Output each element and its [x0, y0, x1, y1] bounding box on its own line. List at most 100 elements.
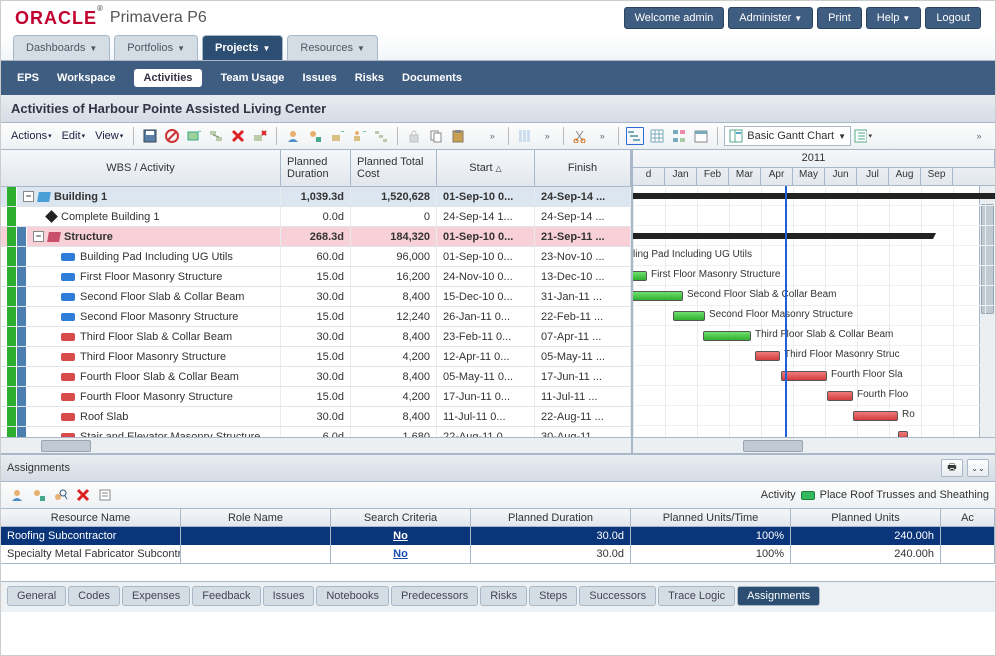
detail-tab-feedback[interactable]: Feedback [192, 586, 260, 606]
columns-icon[interactable] [515, 126, 535, 146]
gantt-bar[interactable] [781, 371, 827, 381]
gantt-summary-bar[interactable] [633, 233, 933, 239]
help-button[interactable]: Help▼ [866, 7, 922, 29]
gantt-bar[interactable] [633, 291, 683, 301]
subnav-documents[interactable]: Documents [402, 72, 462, 84]
detail-tab-trace-logic[interactable]: Trace Logic [658, 586, 735, 606]
gantt-row[interactable]: Fourth Floo [633, 386, 995, 406]
logout-button[interactable]: Logout [925, 7, 981, 29]
delete-icon[interactable] [228, 126, 248, 146]
grid-row[interactable]: Fourth Floor Slab & Collar Beam30.0d8,40… [1, 367, 631, 387]
chevron-right-icon[interactable]: » [482, 126, 502, 146]
grid-body[interactable]: −Building 11,039.3d1,520,62801-Sep-10 0.… [1, 187, 631, 437]
chevron-right-icon[interactable]: » [969, 126, 989, 146]
grid-row[interactable]: Building Pad Including UG Utils60.0d96,0… [1, 247, 631, 267]
col-wbs[interactable]: WBS / Activity [1, 150, 281, 186]
tab-projects[interactable]: Projects▼ [202, 35, 283, 60]
h-scrollbar[interactable] [633, 437, 995, 453]
col-duration[interactable]: Planned Duration [281, 150, 351, 186]
detail-tab-risks[interactable]: Risks [480, 586, 527, 606]
chevron-right-icon[interactable]: » [537, 126, 557, 146]
scrollbar-thumb[interactable] [743, 440, 803, 452]
print-panel-icon[interactable]: 🖶 [941, 459, 963, 477]
grid-row[interactable]: Second Floor Masonry Structure15.0d12,24… [1, 307, 631, 327]
col-cost[interactable]: Planned Total Cost [351, 150, 437, 186]
add-icon[interactable]: ＋ [184, 126, 204, 146]
assign-resource-icon[interactable] [7, 485, 27, 505]
copy-icon[interactable] [426, 126, 446, 146]
gantt-bar[interactable] [827, 391, 853, 401]
subnav-eps[interactable]: EPS [17, 72, 39, 84]
subnav-issues[interactable]: Issues [302, 72, 336, 84]
col-search[interactable]: Search Criteria [331, 509, 471, 526]
cell-search[interactable]: No [331, 545, 471, 563]
assign-role-search-icon[interactable] [51, 485, 71, 505]
gantt-row[interactable]: Ro [633, 406, 995, 426]
detail-tab-issues[interactable]: Issues [263, 586, 315, 606]
administer-button[interactable]: Administer▼ [728, 7, 813, 29]
cancel-icon[interactable] [162, 126, 182, 146]
subnav-activities[interactable]: Activities [134, 69, 203, 87]
col-start[interactable]: Start △ [437, 150, 535, 186]
h-scrollbar[interactable] [1, 437, 631, 453]
col-units-time[interactable]: Planned Units/Time [631, 509, 791, 526]
gantt-bar[interactable] [673, 311, 705, 321]
assign-role-icon[interactable] [29, 485, 49, 505]
calendar-view-icon[interactable] [691, 126, 711, 146]
col-finish[interactable]: Finish [535, 150, 631, 186]
grid-row[interactable]: Third Floor Slab & Collar Beam30.0d8,400… [1, 327, 631, 347]
col-role[interactable]: Role Name [181, 509, 331, 526]
gantt-bar[interactable] [898, 431, 908, 437]
edit-menu[interactable]: Edit▾ [58, 128, 89, 144]
gantt-row[interactable] [633, 186, 995, 206]
welcome-button[interactable]: Welcome admin [624, 7, 725, 29]
subnav-risks[interactable]: Risks [355, 72, 384, 84]
assign-add-icon[interactable]: ＋ [327, 126, 347, 146]
gantt-row[interactable]: ling Pad Including UG Utils [633, 246, 995, 266]
save-icon[interactable] [140, 126, 160, 146]
grid-row[interactable]: Complete Building 10.0d024-Sep-14 1...24… [1, 207, 631, 227]
delete-linked-icon[interactable] [250, 126, 270, 146]
gantt-row[interactable]: Third Floor Masonry Struc [633, 346, 995, 366]
grid-row[interactable]: First Floor Masonry Structure15.0d16,200… [1, 267, 631, 287]
chevron-right-icon[interactable]: » [592, 126, 612, 146]
col-extra[interactable]: Ac [941, 509, 995, 526]
tab-portfolios[interactable]: Portfolios▼ [114, 35, 198, 60]
lock-icon[interactable] [404, 126, 424, 146]
gantt-summary-bar[interactable] [633, 193, 995, 199]
subnav-workspace[interactable]: Workspace [57, 72, 116, 84]
detail-tab-codes[interactable]: Codes [68, 586, 120, 606]
assignment-row[interactable]: Specialty Metal Fabricator Subcontr...No… [1, 545, 995, 563]
table-view-icon[interactable] [647, 126, 667, 146]
detail-tab-assignments[interactable]: Assignments [737, 586, 820, 606]
subnav-team[interactable]: Team Usage [220, 72, 284, 84]
layout-options-icon[interactable]: ▾ [853, 126, 873, 146]
gantt-row[interactable] [633, 206, 995, 226]
expand-panel-icon[interactable]: ⌄⌄ [967, 459, 989, 477]
gantt-body[interactable]: ling Pad Including UG UtilsFirst Floor M… [633, 186, 995, 437]
scrollbar-thumb[interactable] [41, 440, 91, 452]
grid-row[interactable]: Roof Slab30.0d8,40011-Jul-11 0...22-Aug-… [1, 407, 631, 427]
tab-dashboards[interactable]: Dashboards▼ [13, 35, 110, 60]
grid-row[interactable]: −Structure268.3d184,32001-Sep-10 0...21-… [1, 227, 631, 247]
gantt-bar[interactable] [703, 331, 751, 341]
gantt-row[interactable]: Fourth Floor Sla [633, 366, 995, 386]
grid-row[interactable]: Fourth Floor Masonry Structure15.0d4,200… [1, 387, 631, 407]
col-resource[interactable]: Resource Name [1, 509, 181, 526]
grid-row[interactable]: Third Floor Masonry Structure15.0d4,2001… [1, 347, 631, 367]
col-planned-units[interactable]: Planned Units [791, 509, 941, 526]
link-icon[interactable] [206, 126, 226, 146]
gantt-bar[interactable] [633, 271, 647, 281]
gantt-row[interactable]: Second Floor Slab & Collar Beam [633, 286, 995, 306]
layout-selector[interactable]: Basic Gantt Chart ▼ [724, 126, 851, 146]
gantt-row[interactable] [633, 226, 995, 246]
assignment-details-icon[interactable] [95, 485, 115, 505]
grid-row[interactable]: Second Floor Slab & Collar Beam30.0d8,40… [1, 287, 631, 307]
resource-icon[interactable] [283, 126, 303, 146]
grid-row[interactable]: −Building 11,039.3d1,520,62801-Sep-10 0.… [1, 187, 631, 207]
remove-assignment-icon[interactable] [73, 485, 93, 505]
gantt-row[interactable]: Third Floor Slab & Collar Beam [633, 326, 995, 346]
assign-role-icon[interactable]: ＋ [349, 126, 369, 146]
detail-tab-steps[interactable]: Steps [529, 586, 577, 606]
cut-icon[interactable] [570, 126, 590, 146]
